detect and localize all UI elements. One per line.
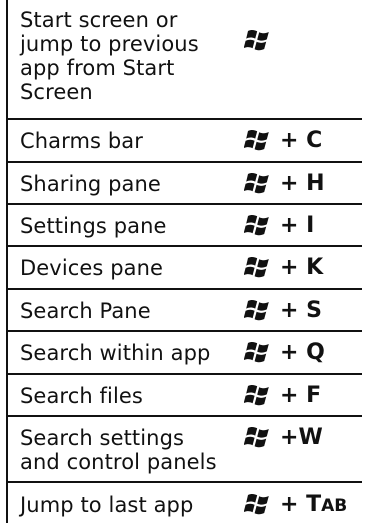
- shortcut-description: Search settings and control panels: [20, 426, 217, 474]
- key-letter-rest: AB: [321, 495, 348, 516]
- windows-logo-icon: [244, 383, 274, 407]
- shortcut-keys: + C: [244, 120, 322, 160]
- shortcut-keys: + H: [244, 163, 325, 203]
- plus-sign: +: [280, 254, 307, 280]
- windows-logo-icon: [244, 171, 274, 195]
- shortcut-keys: + F: [244, 375, 321, 415]
- shortcut-description: Search within app: [20, 341, 211, 365]
- shortcut-row-start-screen: Start screen or jump to previous app fro…: [6, 0, 362, 118]
- shortcut-row-search-files: Search files + F: [6, 373, 362, 415]
- key-letter: I: [306, 212, 315, 238]
- plus-sign: +: [280, 491, 307, 517]
- shortcut-row-settings-pane: Settings pane + I: [6, 203, 362, 245]
- shortcut-description: Jump to last app: [20, 493, 194, 517]
- shortcut-row-charms-bar: Charms bar + C: [6, 118, 362, 161]
- shortcut-keys: + I: [244, 205, 314, 245]
- shortcut-description: Devices pane: [20, 256, 164, 280]
- shortcut-description: Charms bar: [20, 129, 144, 153]
- shortcut-row-search-within-app: Search within app + Q: [6, 330, 362, 373]
- windows-logo-icon: [244, 28, 274, 52]
- shortcut-row-search-settings: Search settings and control panels +W: [6, 415, 362, 481]
- plus-sign: +: [280, 424, 299, 450]
- windows-logo-icon: [244, 255, 274, 279]
- shortcut-description: Search files: [20, 384, 143, 408]
- windows-logo-icon: [244, 128, 274, 152]
- windows-logo-icon: [244, 340, 274, 364]
- shortcut-keys: + K: [244, 247, 323, 287]
- shortcut-keys: + TAB: [244, 484, 347, 524]
- windows-logo-icon: [244, 492, 274, 516]
- key-letter: Q: [306, 339, 325, 365]
- plus-sign: +: [280, 127, 307, 153]
- plus-sign: +: [280, 212, 307, 238]
- shortcut-row-jump-to-last-app: Jump to last app + TAB: [6, 481, 362, 523]
- shortcut-keys: + S: [244, 290, 322, 330]
- plus-sign: +: [280, 339, 307, 365]
- key-letter: H: [306, 170, 325, 196]
- windows-logo-icon: [244, 298, 274, 322]
- windows-logo-icon: [244, 213, 274, 237]
- windows-logo-icon: [244, 425, 274, 449]
- shortcut-row-devices-pane: Devices pane + K: [6, 245, 362, 288]
- plus-sign: +: [280, 297, 307, 323]
- shortcut-sheet: Start screen or jump to previous app fro…: [0, 0, 373, 523]
- plus-sign: +: [280, 170, 307, 196]
- key-letter: T: [306, 491, 322, 517]
- shortcut-row-search-pane: Search Pane + S: [6, 288, 362, 330]
- shortcut-keys: +W: [244, 417, 323, 457]
- shortcut-description: Settings pane: [20, 214, 167, 238]
- plus-sign: +: [280, 382, 307, 408]
- shortcut-description: Search Pane: [20, 299, 151, 323]
- shortcut-description: Start screen or jump to previous app fro…: [20, 8, 199, 104]
- key-letter: S: [306, 297, 322, 323]
- shortcut-description: Sharing pane: [20, 172, 161, 196]
- key-letter: W: [298, 424, 323, 450]
- shortcut-keys: [244, 20, 280, 60]
- key-letter: K: [306, 254, 324, 280]
- shortcut-row-sharing-pane: Sharing pane + H: [6, 161, 362, 203]
- shortcut-keys: + Q: [244, 332, 325, 372]
- key-letter: C: [306, 127, 323, 153]
- key-letter: F: [306, 382, 322, 408]
